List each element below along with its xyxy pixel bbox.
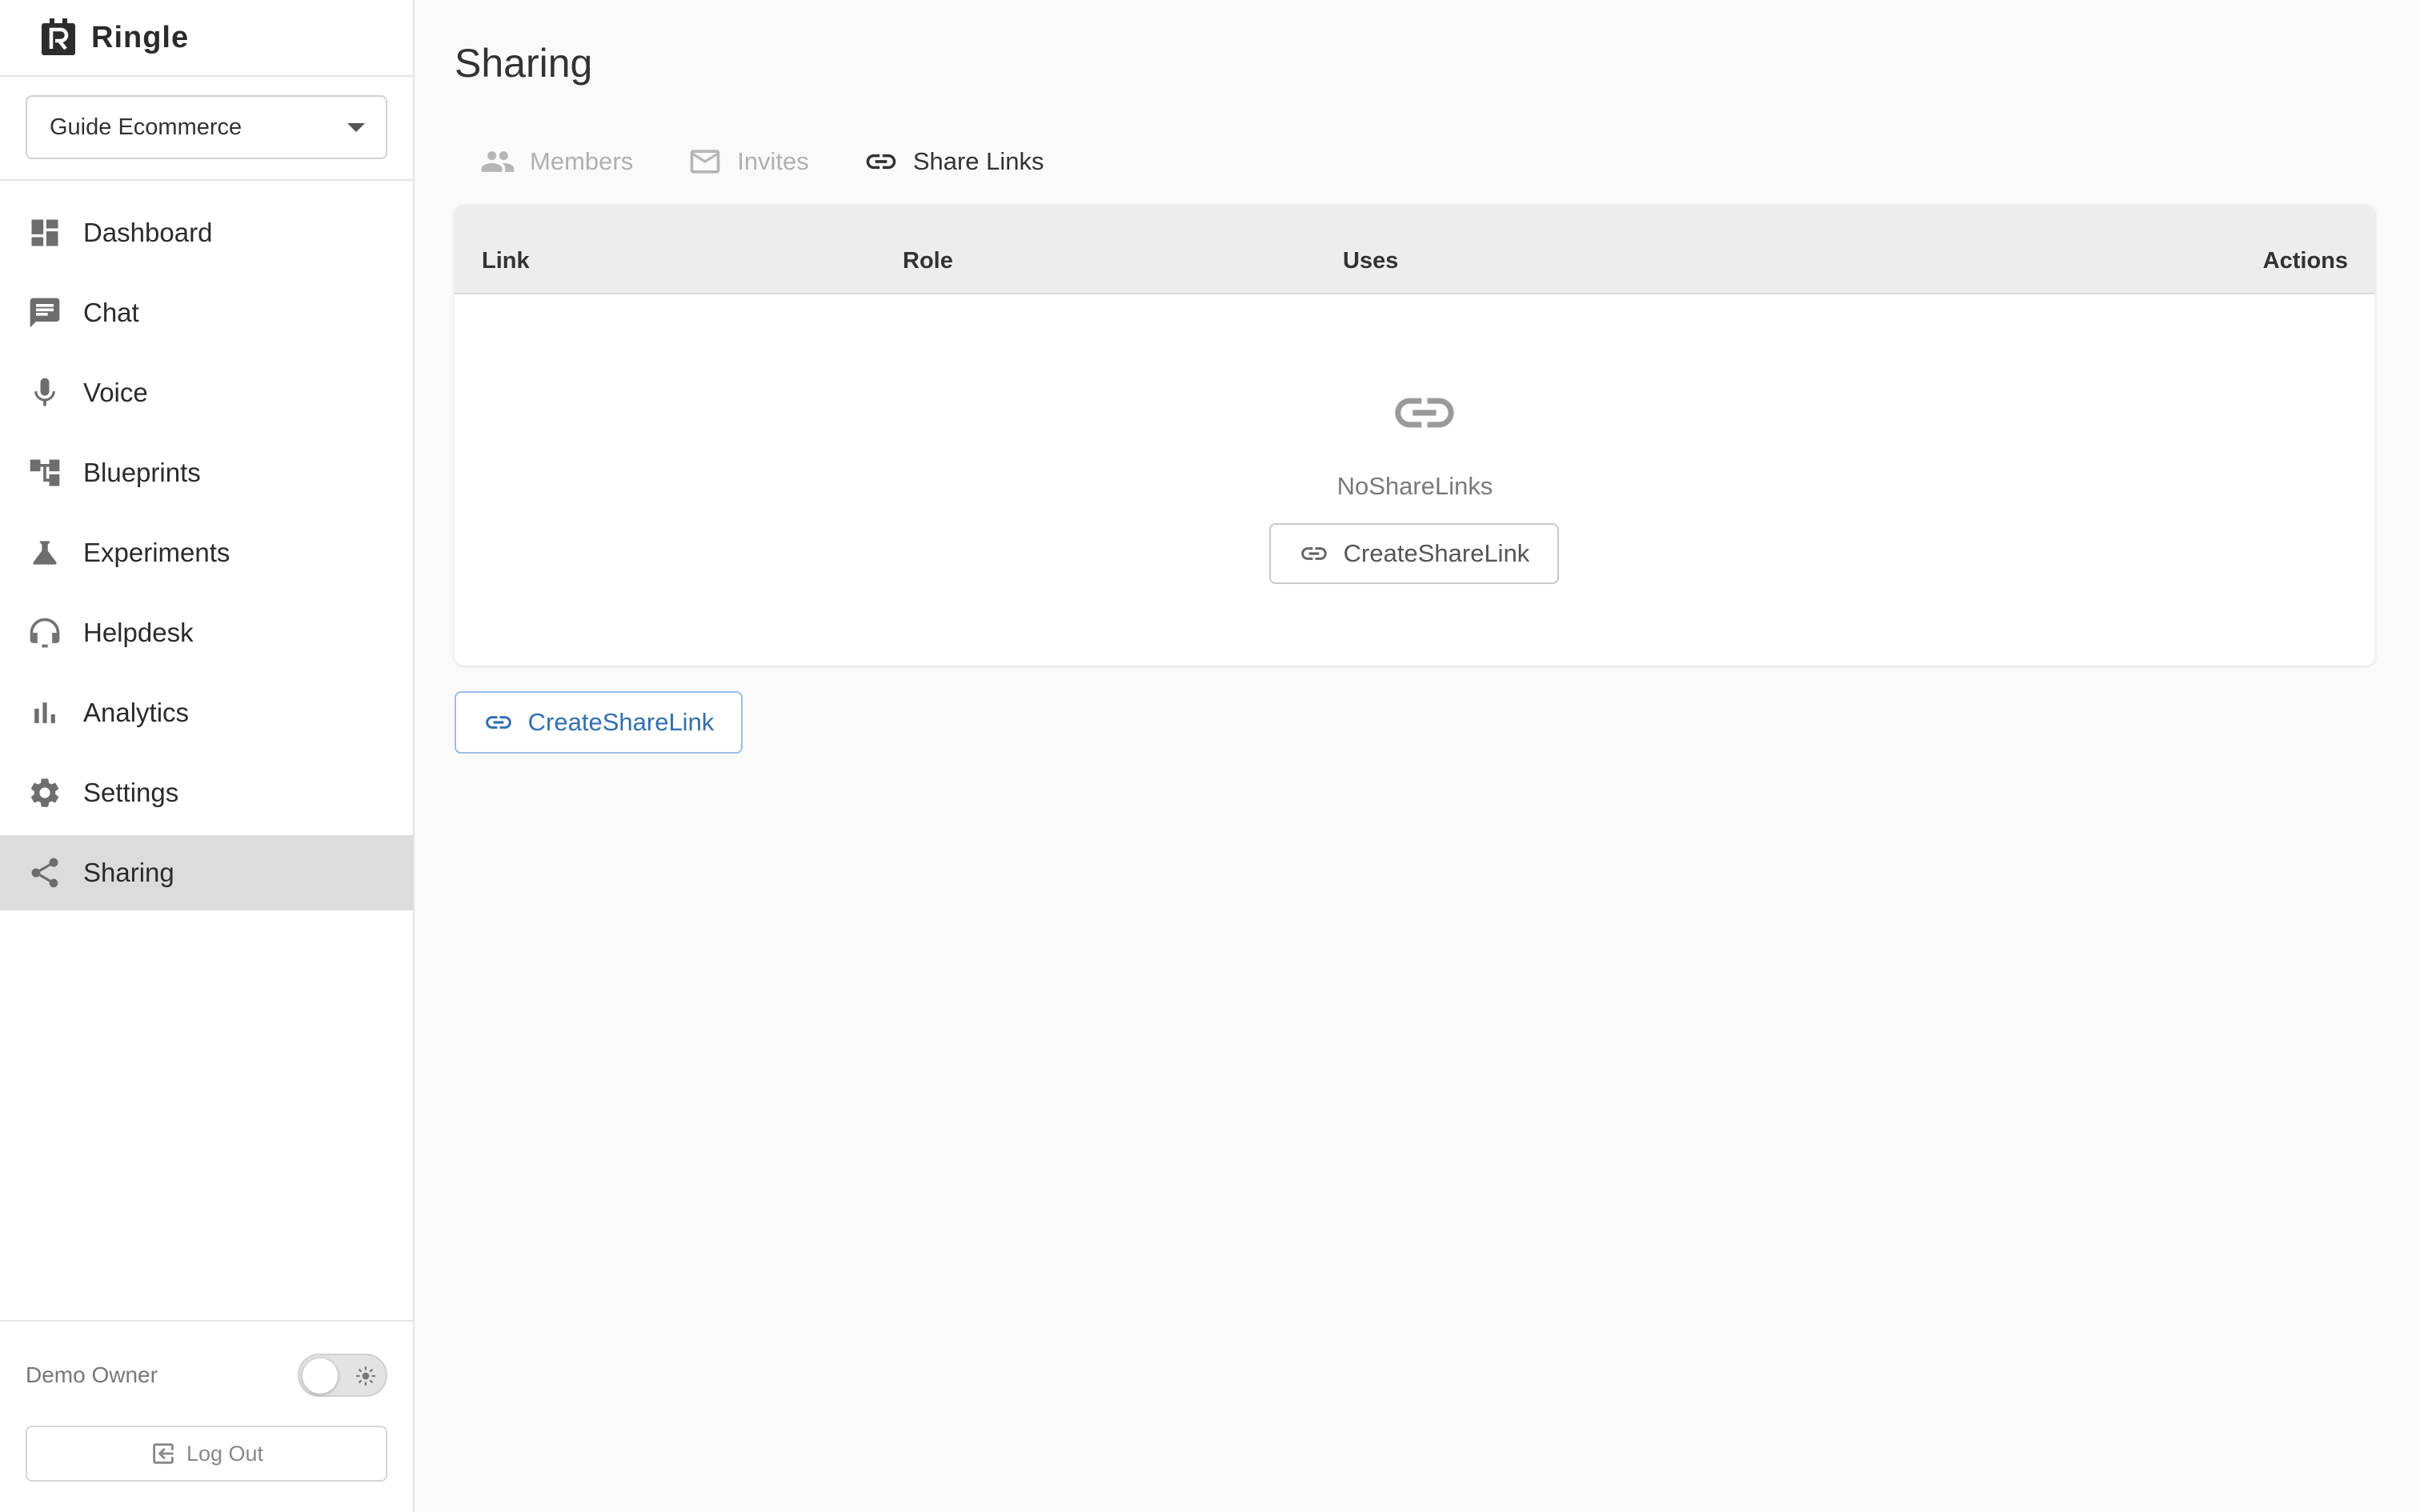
flask-icon xyxy=(27,535,62,570)
project-selector-wrap: Guide Ecommerce xyxy=(0,77,413,181)
caret-down-icon xyxy=(347,122,365,132)
logout-label: Log Out xyxy=(186,1441,264,1466)
column-header-link[interactable]: Link xyxy=(482,248,530,274)
bar-chart-icon xyxy=(27,695,62,730)
sidebar-item-label: Sharing xyxy=(83,858,174,887)
user-row: Demo Owner xyxy=(26,1352,387,1398)
theme-toggle[interactable] xyxy=(298,1354,387,1397)
dashboard-icon xyxy=(27,215,62,250)
link-icon xyxy=(1300,547,1327,560)
app-name: Ringle xyxy=(91,20,190,54)
sidebar-item-label: Voice xyxy=(83,378,148,407)
toggle-knob xyxy=(302,1358,338,1394)
sidebar-item-label: Settings xyxy=(83,778,179,807)
tab-share-links[interactable]: Share Links xyxy=(863,144,1044,179)
sidebar-item-label: Dashboard xyxy=(83,218,213,247)
blueprint-icon xyxy=(27,455,62,490)
sidebar-item-label: Helpdesk xyxy=(83,618,194,647)
column-header-role[interactable]: Role xyxy=(903,248,953,274)
empty-state-text: NoShareLinks xyxy=(1336,472,1493,500)
sidebar-item-settings[interactable]: Settings xyxy=(0,755,413,830)
sidebar-item-label: Blueprints xyxy=(83,458,201,487)
sidebar-item-chat[interactable]: Chat xyxy=(0,275,413,350)
sidebar-item-sharing[interactable]: Sharing xyxy=(0,835,413,910)
microphone-icon xyxy=(27,375,62,410)
headset-icon xyxy=(27,615,62,650)
column-header-uses[interactable]: Uses xyxy=(1343,248,1398,274)
tab-label: Invites xyxy=(737,147,809,175)
sidebar-item-helpdesk[interactable]: Helpdesk xyxy=(0,595,413,670)
project-selector[interactable]: Guide Ecommerce xyxy=(26,95,387,159)
empty-create-share-link-button[interactable]: CreateShareLink xyxy=(1269,523,1559,584)
share-icon xyxy=(27,855,62,890)
project-selector-value: Guide Ecommerce xyxy=(50,114,242,140)
mail-icon xyxy=(690,150,720,174)
button-label: CreateShareLink xyxy=(527,708,715,736)
sidebar-item-label: Analytics xyxy=(83,698,190,727)
link-icon xyxy=(1389,378,1460,448)
sidebar-item-blueprints[interactable]: Blueprints xyxy=(0,435,413,510)
sidebar-footer: Demo Owner Log Out xyxy=(0,1320,413,1512)
link-icon xyxy=(485,716,511,729)
ringle-logo-icon xyxy=(42,18,75,55)
sidebar-item-label: Chat xyxy=(83,298,139,327)
sidebar-nav: Dashboard Chat Voice Blueprints Experime… xyxy=(0,195,413,915)
link-icon xyxy=(866,154,896,170)
people-icon xyxy=(481,151,515,172)
sun-icon xyxy=(356,1366,375,1386)
logout-button[interactable]: Log Out xyxy=(26,1426,387,1482)
column-header-actions: Actions xyxy=(2262,248,2348,274)
sidebar-item-analytics[interactable]: Analytics xyxy=(0,675,413,750)
main-content: Sharing Members Invites Share Links Link… xyxy=(416,0,2420,1512)
page-title: Sharing xyxy=(455,41,593,86)
sidebar-item-voice[interactable]: Voice xyxy=(0,355,413,430)
tab-label: Members xyxy=(530,147,634,175)
create-share-link-button[interactable]: CreateShareLink xyxy=(455,691,743,754)
sidebar-item-dashboard[interactable]: Dashboard xyxy=(0,195,413,270)
user-name: Demo Owner xyxy=(26,1362,158,1387)
table-header: Link Role Uses Actions xyxy=(455,205,2375,294)
logout-icon xyxy=(153,1443,174,1464)
sidebar-item-label: Experiments xyxy=(83,538,230,567)
gear-icon xyxy=(27,775,62,810)
tab-members[interactable]: Members xyxy=(480,144,633,179)
brand: Ringle xyxy=(0,0,413,77)
sidebar: Ringle Guide Ecommerce Dashboard Chat Vo… xyxy=(0,0,415,1512)
share-links-table: Link Role Uses Actions NoShareLinks Crea… xyxy=(455,205,2375,666)
sidebar-item-experiments[interactable]: Experiments xyxy=(0,515,413,590)
tab-invites[interactable]: Invites xyxy=(687,144,809,179)
sharing-tabs: Members Invites Share Links xyxy=(480,141,1099,182)
chat-icon xyxy=(27,295,62,330)
tab-label: Share Links xyxy=(912,147,1044,175)
button-label: CreateShareLink xyxy=(1343,539,1530,567)
empty-state: NoShareLinks CreateShareLink xyxy=(455,294,2375,666)
